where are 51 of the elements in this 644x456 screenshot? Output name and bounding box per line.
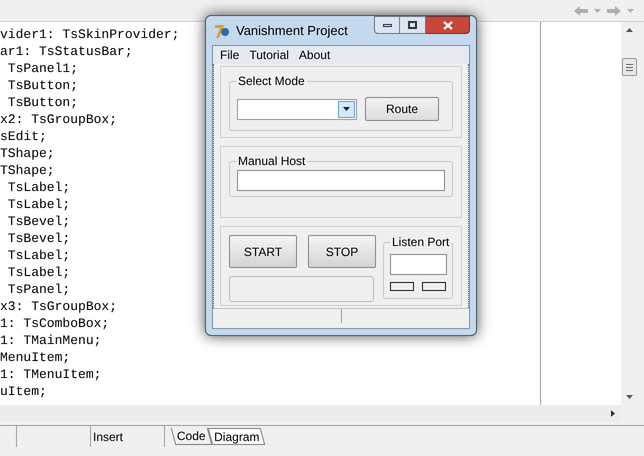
code-line: x2: TsGroupBox; [0, 111, 118, 128]
code-line: 1: TsComboBox; [0, 315, 110, 332]
code-line: TShape; [0, 145, 55, 162]
indicator-shape [390, 282, 414, 291]
status-panel: Insert [91, 426, 165, 447]
code-line: TsPanel; [6, 281, 70, 298]
group-label: Manual Host [236, 154, 308, 168]
code-line: TsLabel; [6, 179, 70, 196]
menu-item[interactable]: About [298, 46, 330, 64]
action-button[interactable]: START [229, 235, 297, 268]
code-line: TsLabel; [6, 196, 70, 213]
code-line: 1: TMainMenu; [0, 332, 102, 349]
scroll-right-icon[interactable] [611, 410, 615, 417]
scroll-up-icon[interactable] [626, 28, 633, 32]
group-label: Select Mode [236, 74, 307, 88]
code-line: TsBevel; [6, 230, 70, 247]
code-line: 1: TMenuItem; [0, 366, 102, 383]
menu-item[interactable]: File [220, 46, 240, 64]
code-line: TShape; [0, 162, 55, 179]
close-icon [442, 20, 452, 30]
maximize-button[interactable] [400, 16, 426, 34]
caret-icon [343, 107, 350, 111]
code-line: TsBevel; [6, 213, 70, 230]
editor-tab[interactable]: Diagram [207, 428, 266, 445]
code-line: x3: TsGroupBox; [0, 298, 118, 315]
window-title: Vanishment Project [236, 22, 348, 40]
dropdown-button[interactable] [338, 100, 355, 118]
code-line: ar1: TsStatusBar; [0, 43, 133, 60]
scroll-down-icon[interactable] [626, 395, 633, 399]
route-button[interactable]: Route [365, 97, 439, 121]
menu-item[interactable]: Tutorial [249, 46, 289, 64]
close-button[interactable] [426, 16, 470, 34]
group-label: Listen Port [390, 235, 452, 249]
code-line: MenuItem; [0, 349, 70, 366]
app-logo-icon [214, 22, 230, 38]
code-line: TsButton; [6, 77, 78, 94]
code-line: sEdit; [0, 128, 47, 145]
indicator-shape [422, 282, 446, 291]
action-button[interactable]: STOP [308, 235, 376, 268]
code-line: uItem; [0, 383, 47, 400]
code-line: TsPanel1; [6, 60, 78, 77]
scroll-thumb[interactable] [622, 58, 637, 76]
code-line: TsLabel; [6, 264, 70, 281]
horizontal-scrollbar[interactable] [0, 405, 621, 422]
host-input-field[interactable] [237, 170, 445, 191]
code-line: vider1: TsSkinProvider; [0, 26, 180, 43]
code-line: TsButton; [6, 94, 78, 111]
editor-tab[interactable]: Code [170, 428, 212, 445]
minimize-button[interactable] [374, 16, 400, 34]
port-input-field[interactable] [390, 254, 446, 275]
code-line: TsLabel; [6, 247, 70, 264]
